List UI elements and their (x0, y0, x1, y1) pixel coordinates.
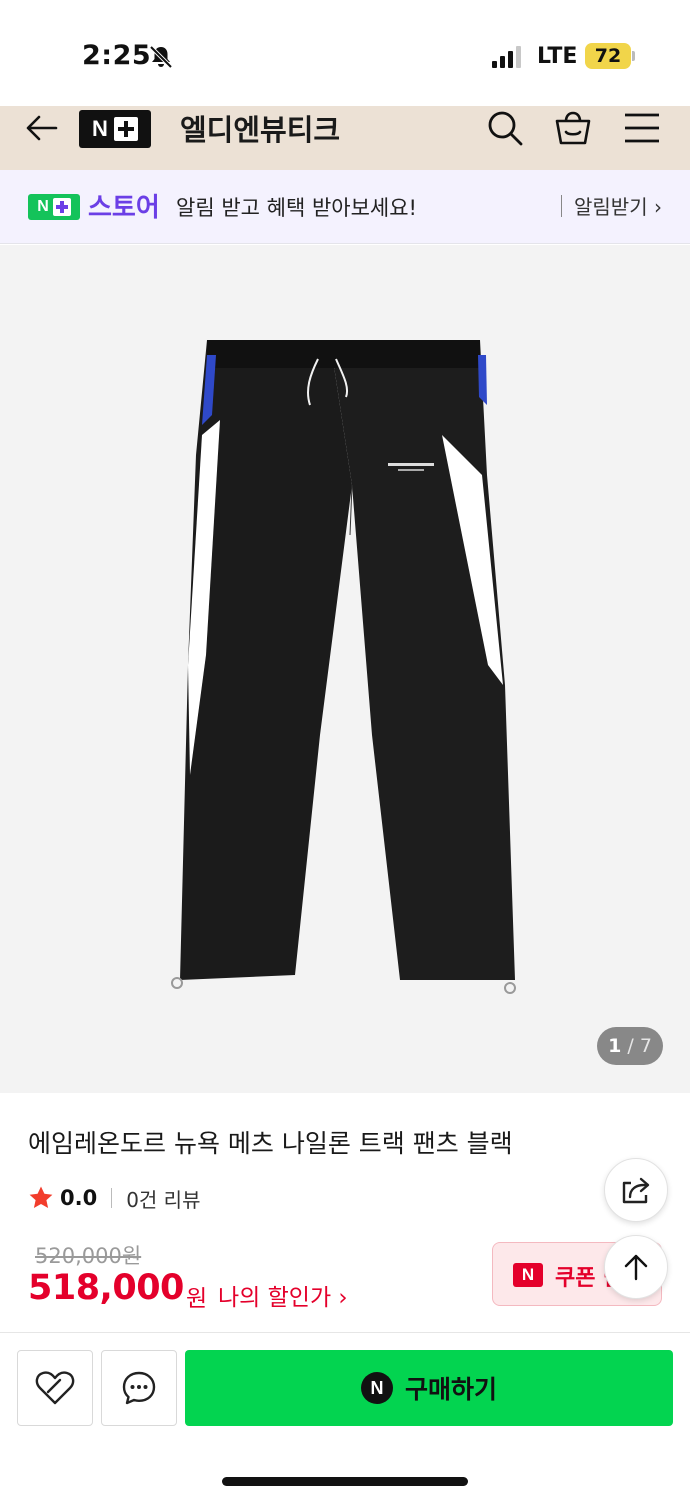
battery-level: 72 (585, 43, 631, 69)
rating-divider (111, 1188, 113, 1208)
promo-divider (561, 195, 562, 217)
page-total: 7 (639, 1035, 652, 1057)
talktalk-button[interactable] (101, 1350, 177, 1426)
share-icon (622, 1177, 650, 1204)
store-name[interactable]: 엘디엔뷰티크 (180, 107, 340, 149)
naver-pay-icon: N (360, 1372, 393, 1404)
page-current: 1 (608, 1035, 622, 1057)
battery-cap (632, 51, 635, 61)
heart-icon (35, 1371, 75, 1405)
signal-icon (492, 46, 521, 68)
share-button[interactable] (604, 1158, 668, 1222)
notification-banner[interactable]: N 스토어 알림 받고 혜택 받아보세요! 알림받기 › (0, 170, 690, 244)
my-discount-link[interactable]: 나의 할인가 › (218, 1278, 348, 1312)
logo-n: N (92, 116, 108, 141)
menu-icon[interactable] (622, 110, 662, 146)
search-icon[interactable] (485, 108, 525, 148)
naver-plus-logo[interactable]: N (79, 110, 151, 148)
back-arrow-icon[interactable] (22, 108, 62, 148)
get-notification-link[interactable]: 알림받기 › (574, 191, 662, 220)
buy-button-label: 구매하기 (404, 1375, 497, 1404)
chat-bubble-icon (122, 1371, 156, 1405)
product-image (171, 340, 516, 994)
wishlist-button[interactable] (17, 1350, 93, 1426)
coupon-n-badge: N (513, 1263, 543, 1287)
network-label: LTE (537, 44, 578, 69)
status-time: 2:25 (82, 40, 152, 71)
plus-icon (52, 198, 71, 216)
status-bar: 2:25 LTE 72 (0, 0, 690, 106)
review-count[interactable]: 0건 리뷰 (126, 1184, 200, 1213)
star-icon (29, 1186, 53, 1208)
buy-button[interactable]: N 구매하기 (185, 1350, 673, 1426)
rating-value: 0.0 (60, 1186, 98, 1210)
badge-n: N (37, 198, 49, 215)
sale-price: 518,000 (28, 1268, 184, 1308)
arrow-up-icon (624, 1254, 648, 1281)
product-title: 에임레온도르 뉴욕 메츠 나일론 트랙 팬츠 블랙 (28, 1129, 513, 1158)
original-price: 520,000원 (35, 1244, 142, 1268)
cart-icon[interactable] (553, 106, 593, 148)
naver-plus-badge: N (28, 194, 80, 220)
home-indicator[interactable] (222, 1477, 468, 1486)
page-separator: / (627, 1035, 634, 1057)
scroll-top-button[interactable] (604, 1235, 668, 1299)
bottom-action-bar: N 구매하기 (0, 1332, 690, 1500)
promo-brand: 스토어 (88, 193, 160, 223)
product-image-gallery[interactable]: 1 / 7 (0, 245, 690, 1093)
rating-row[interactable]: 0.0 0건 리뷰 (28, 1182, 201, 1214)
promo-text: 알림 받고 혜택 받아보세요! (176, 196, 417, 220)
image-page-indicator: 1 / 7 (597, 1027, 663, 1065)
bell-muted-icon (149, 45, 173, 69)
store-header: N 엘디엔뷰티크 (0, 106, 690, 170)
plus-icon (113, 117, 138, 141)
sale-price-unit: 원 (186, 1286, 208, 1312)
